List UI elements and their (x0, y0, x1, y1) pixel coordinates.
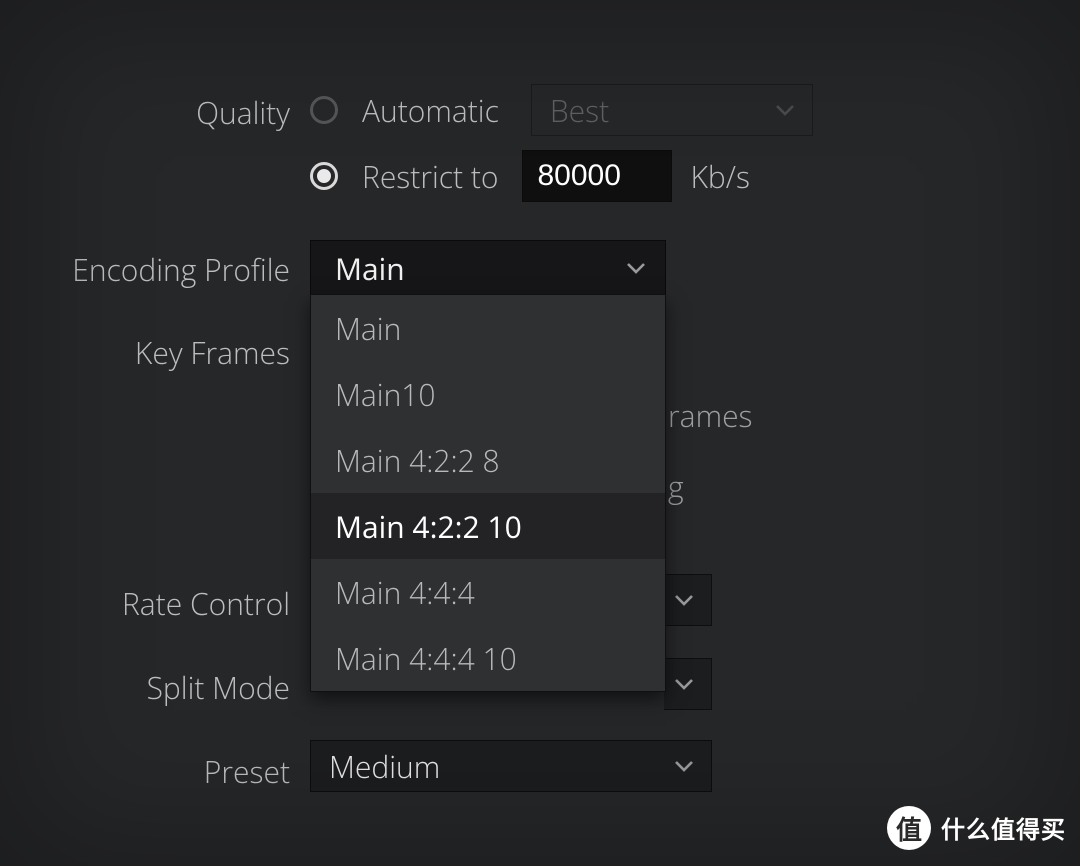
rate-control-select[interactable] (664, 574, 712, 626)
encoding-profile-select[interactable]: Main (310, 240, 666, 296)
chevron-down-icon (675, 678, 693, 690)
quality-automatic-select[interactable]: Best (531, 84, 813, 136)
obscured-text-a: rames (668, 395, 753, 436)
quality-label: Quality (196, 92, 290, 133)
watermark: 值 什么值得买 (887, 806, 1066, 850)
chevron-down-icon (627, 262, 645, 274)
restrict-bitrate-unit: Kb/s (690, 156, 750, 197)
encoding-profile-option[interactable]: Main 4:2:2 8 (311, 427, 665, 493)
encoding-profile-label: Encoding Profile (72, 249, 290, 290)
watermark-badge: 值 (887, 806, 931, 850)
chevron-down-icon (675, 594, 693, 606)
encoding-profile-dropdown[interactable]: Main Main10 Main 4:2:2 8 Main 4:2:2 10 M… (310, 294, 666, 692)
obscured-text-b: g (668, 466, 684, 507)
rate-control-label: Rate Control (122, 583, 290, 624)
preset-select-value: Medium (329, 746, 440, 787)
encoding-profile-option[interactable]: Main 4:4:4 (311, 559, 665, 625)
chevron-down-icon (776, 104, 794, 116)
encoding-profile-option[interactable]: Main 4:4:4 10 (311, 625, 665, 691)
watermark-text: 什么值得买 (941, 810, 1066, 846)
quality-restrict-radio[interactable] (310, 162, 338, 190)
split-mode-label: Split Mode (147, 667, 290, 708)
encoding-profile-select-value: Main (335, 248, 405, 289)
split-mode-select[interactable] (664, 658, 712, 710)
encoding-profile-option[interactable]: Main 4:2:2 10 (311, 493, 665, 559)
encoding-profile-option[interactable]: Main10 (311, 361, 665, 427)
encoding-profile-option[interactable]: Main (311, 295, 665, 361)
key-frames-label: Key Frames (135, 332, 290, 373)
chevron-down-icon (675, 760, 693, 772)
preset-select[interactable]: Medium (310, 740, 712, 792)
restrict-bitrate-input[interactable] (522, 150, 672, 202)
quality-restrict-label: Restrict to (362, 156, 498, 197)
quality-automatic-label: Automatic (362, 90, 499, 131)
preset-label: Preset (204, 751, 290, 792)
quality-automatic-select-value: Best (550, 90, 609, 131)
quality-automatic-radio[interactable] (310, 96, 338, 124)
